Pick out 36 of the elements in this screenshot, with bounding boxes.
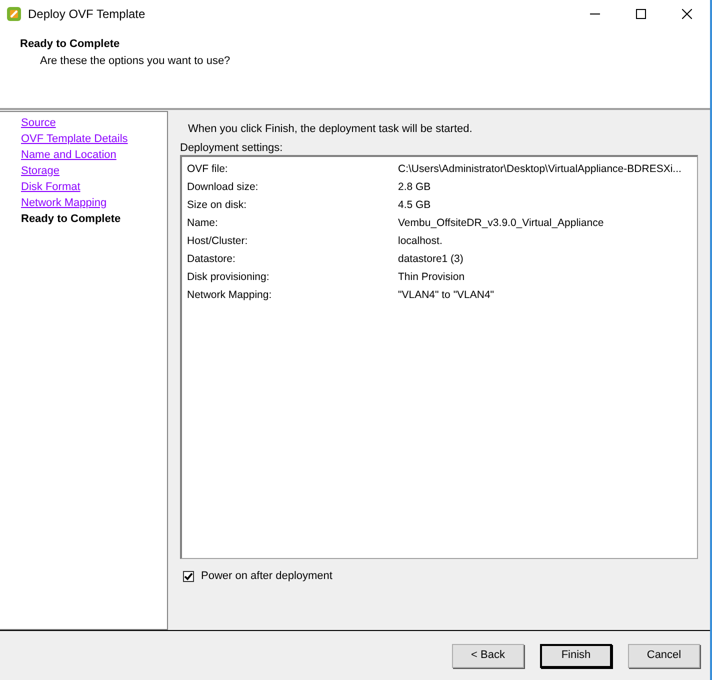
setting-name: Datastore: [187,253,236,266]
setting-name: Network Mapping: [187,289,273,302]
step-link[interactable]: Storage [21,163,60,179]
dialog-button[interactable]: < Back [452,644,524,668]
setting-name: OVF file: [187,163,229,176]
app-logo-icon [6,6,22,22]
step-link[interactable]: Source [21,115,56,131]
setting-value: localhost. [398,235,442,248]
checkbox-label: Power on after deployment [201,570,332,584]
setting-name: Host/Cluster: [187,235,249,248]
settings-label: Deployment settings: [180,142,284,156]
intro-text: When you click Finish, the deployment task will be started. [187,123,474,136]
page-subtitle: Are these the options you want to use? [39,55,232,68]
page-title: Ready to Complete [20,38,121,52]
window-title: Deploy OVF Template [28,6,146,22]
setting-value: datastore1 (3) [398,253,464,266]
setting-value: 4.5 GB [398,199,431,212]
close-icon[interactable] [682,9,692,19]
setting-value: Vembu_OffsiteDR_v3.9.0_Virtual_Appliance [398,217,604,230]
step-current: Ready to Complete [21,212,121,227]
dialog-button[interactable]: Cancel [628,644,700,668]
setting-name: Size on disk: [187,199,248,212]
setting-value: Thin Provision [398,271,465,284]
setting-name: Name: [187,217,219,230]
setting-value: 2.8 GB [398,181,431,194]
step-link[interactable]: OVF Template Details [21,131,128,147]
dialog-button[interactable]: Finish [540,644,612,668]
setting-name: Disk provisioning: [187,271,270,284]
step-link[interactable]: Network Mapping [21,195,107,211]
step-link[interactable]: Disk Format [21,179,80,195]
setting-name: Download size: [187,181,260,194]
setting-value: "VLAN4" to "VLAN4" [398,289,494,302]
power-on-checkbox[interactable] [183,571,194,582]
step-link[interactable]: Name and Location [21,147,116,163]
maximize-icon[interactable] [636,9,646,19]
setting-value: C:\Users\Administrator\Desktop\VirtualAppliance-BDRESXi... [398,163,682,176]
